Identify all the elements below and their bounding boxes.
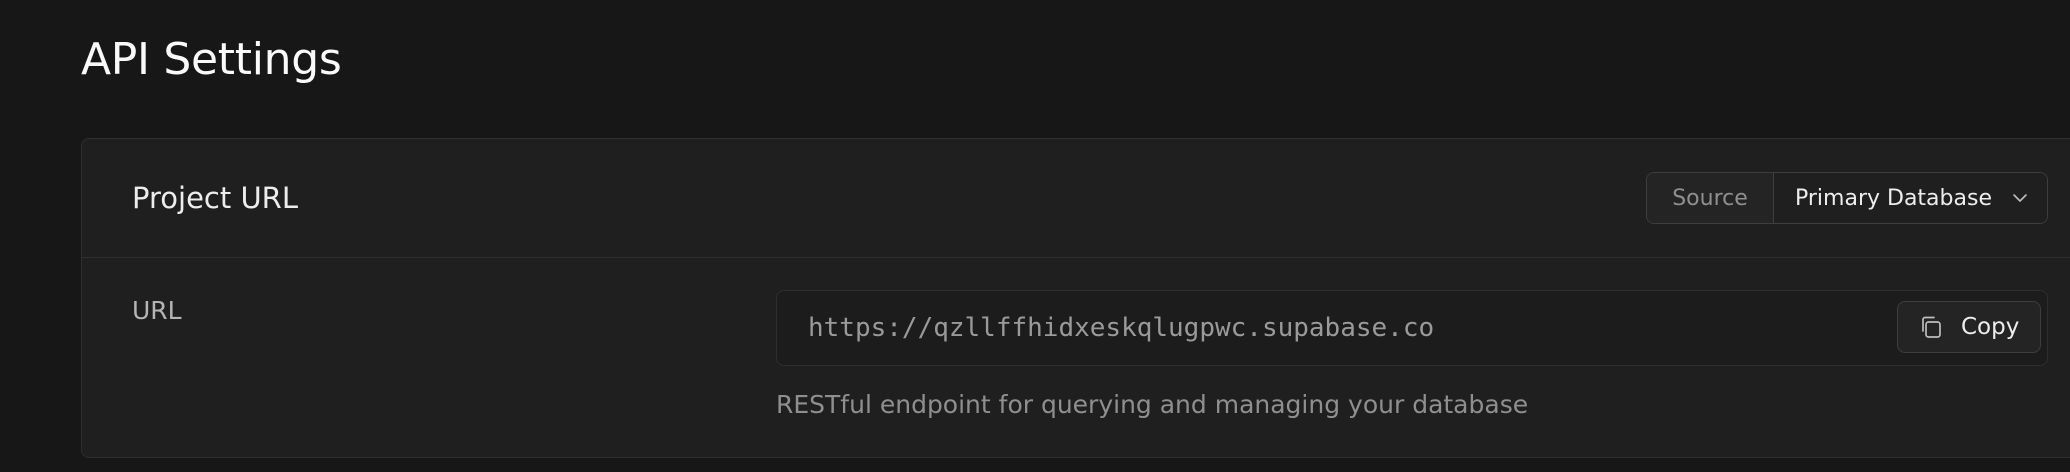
- copy-label: Copy: [1961, 314, 2020, 340]
- card-header: Project URL Source Primary Database: [82, 139, 2070, 258]
- copy-button[interactable]: Copy: [1897, 301, 2041, 353]
- project-url-card: Project URL Source Primary Database URL: [81, 138, 2070, 458]
- copy-icon: [1918, 314, 1944, 340]
- url-field: Copy: [776, 290, 2048, 366]
- page: API Settings Project URL Source Primary …: [0, 0, 2070, 472]
- source-label: Source: [1647, 173, 1774, 223]
- page-title: API Settings: [81, 34, 342, 85]
- source-dropdown[interactable]: Primary Database: [1774, 173, 2047, 223]
- url-label: URL: [132, 296, 182, 325]
- source-select[interactable]: Source Primary Database: [1646, 172, 2048, 224]
- chevron-down-icon: [2009, 187, 2031, 209]
- card-title: Project URL: [132, 181, 298, 215]
- url-helper-text: RESTful endpoint for querying and managi…: [776, 390, 1529, 419]
- url-input[interactable]: [808, 291, 1808, 365]
- source-selected-value: Primary Database: [1795, 185, 1992, 211]
